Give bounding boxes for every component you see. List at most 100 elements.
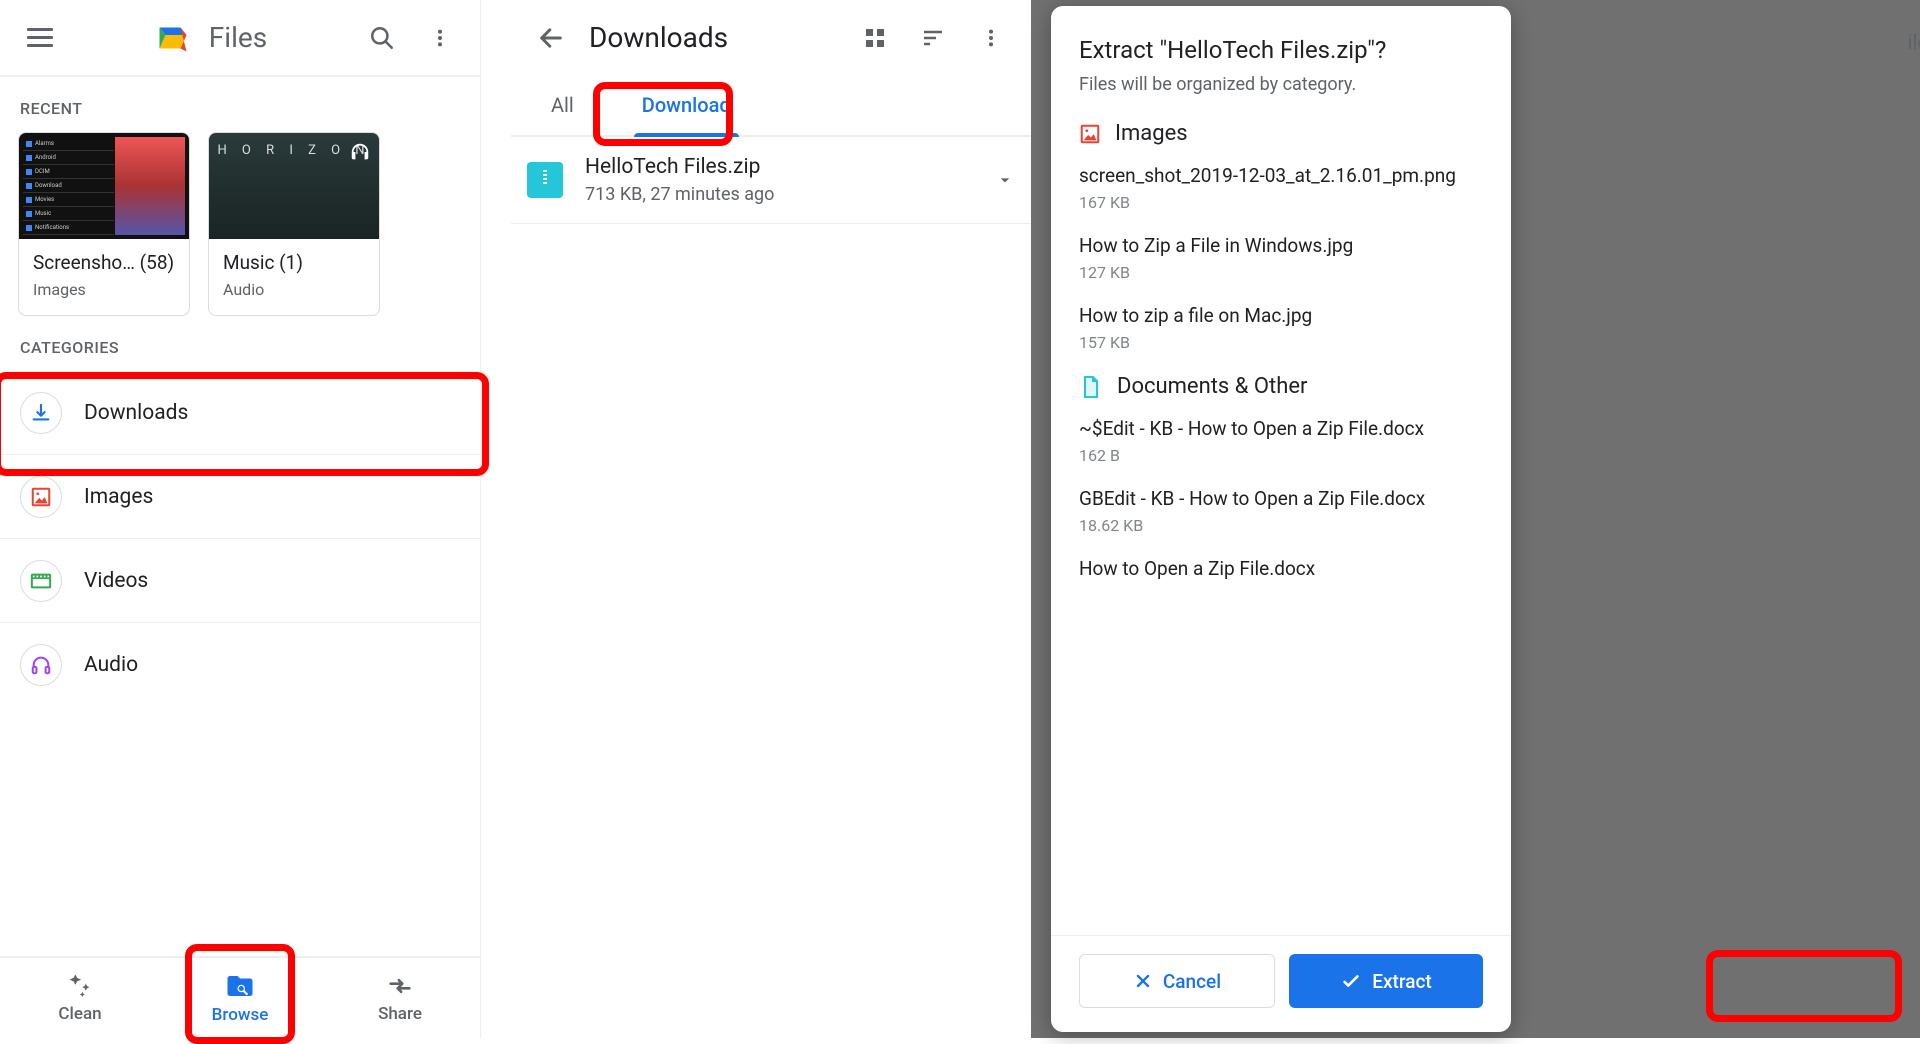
dialog-title: Extract "HelloTech Files.zip"?: [1079, 36, 1483, 64]
image-icon: [1079, 123, 1101, 145]
card-title: Screensho… (58): [33, 251, 175, 274]
download-icon: [20, 392, 62, 434]
nav-label: Clean: [58, 1004, 101, 1024]
section-head-images: Images: [1079, 121, 1483, 146]
category-row-images[interactable]: Images: [0, 455, 480, 539]
tab-all[interactable]: All: [521, 75, 604, 135]
search-icon: [369, 25, 395, 51]
more-button[interactable]: [971, 18, 1011, 58]
card-title: Music (1): [223, 251, 365, 274]
menu-button[interactable]: [20, 18, 60, 58]
app-title: Files: [209, 21, 267, 54]
recent-row: AlarmsAndroidDCIMDownloadMoviesMusicNoti…: [0, 132, 480, 316]
cancel-button[interactable]: Cancel: [1079, 954, 1275, 1008]
item-name: How to zip a file on Mac.jpg: [1079, 304, 1483, 327]
item-size: 127 KB: [1079, 263, 1483, 282]
button-label: Extract: [1372, 970, 1431, 993]
sort-button[interactable]: [913, 18, 953, 58]
recent-card-music[interactable]: H O R I Z O N Music (1) Audio: [208, 132, 380, 316]
extract-item: How to zip a file on Mac.jpg 157 KB: [1079, 304, 1483, 352]
arrow-back-icon: [537, 24, 565, 52]
image-icon: [20, 476, 62, 518]
extract-item: How to Open a Zip File.docx: [1079, 557, 1483, 580]
grid-view-button[interactable]: [855, 18, 895, 58]
grid-icon: [863, 26, 887, 50]
thumbnail: H O R I Z O N: [209, 133, 379, 239]
item-size: 157 KB: [1079, 333, 1483, 352]
extract-item: How to Zip a File in Windows.jpg 127 KB: [1079, 234, 1483, 282]
categories-list: Downloads Images Videos Audio: [0, 371, 480, 707]
chevron-down-icon[interactable]: [995, 170, 1015, 190]
extract-item: GBEdit - KB - How to Open a Zip File.doc…: [1079, 487, 1483, 535]
file-name: HelloTech Files.zip: [585, 155, 973, 179]
category-row-videos[interactable]: Videos: [0, 539, 480, 623]
bottom-nav: Clean Browse Share: [0, 956, 480, 1038]
more-vert-icon: [429, 27, 451, 49]
more-button[interactable]: [420, 18, 460, 58]
extract-dialog-screen: Extract "HelloTech Files.zip"? Files wil…: [1031, 0, 1920, 1038]
sort-icon: [921, 26, 945, 50]
nav-label: Share: [378, 1004, 422, 1024]
extract-item: ~$Edit - KB - How to Open a Zip File.doc…: [1079, 417, 1483, 465]
nav-browse[interactable]: Browse: [160, 958, 320, 1038]
button-label: Cancel: [1163, 970, 1221, 993]
item-name: GBEdit - KB - How to Open a Zip File.doc…: [1079, 487, 1483, 510]
browse-screen: Files RECENT AlarmsAndroidDCIMDownloadMo…: [0, 0, 481, 1038]
section-head-documents-other: Documents & Other: [1079, 374, 1483, 399]
audio-icon: [20, 644, 62, 686]
dialog-subtitle: Files will be organized by category.: [1079, 74, 1483, 95]
doc-icon: [1079, 375, 1103, 399]
item-name: ~$Edit - KB - How to Open a Zip File.doc…: [1079, 417, 1483, 440]
background-text: ile: [1908, 30, 1920, 54]
item-name: screen_shot_2019-12-03_at_2.16.01_pm.png: [1079, 164, 1483, 187]
nav-label: Browse: [212, 1005, 269, 1025]
card-subtitle: Audio: [223, 280, 365, 299]
section-label: Images: [1115, 121, 1188, 146]
section-label: Documents & Other: [1117, 374, 1307, 399]
zip-file-icon: [527, 162, 563, 198]
thumbnail: AlarmsAndroidDCIMDownloadMoviesMusicNoti…: [19, 133, 189, 239]
item-name: How to Zip a File in Windows.jpg: [1079, 234, 1483, 257]
item-size: 162 B: [1079, 446, 1483, 465]
file-row-zip[interactable]: HelloTech Files.zip 713 KB, 27 minutes a…: [511, 137, 1031, 224]
tabs: All Download: [511, 75, 1031, 137]
sparkle-icon: [66, 972, 94, 1000]
nav-share[interactable]: Share: [320, 958, 480, 1038]
recent-card-screenshots[interactable]: AlarmsAndroidDCIMDownloadMoviesMusicNoti…: [18, 132, 190, 316]
dialog-actions: Cancel Extract: [1051, 935, 1511, 1008]
back-button[interactable]: [531, 18, 571, 58]
check-icon: [1340, 970, 1362, 992]
category-label: Audio: [84, 653, 138, 677]
extract-item: screen_shot_2019-12-03_at_2.16.01_pm.png…: [1079, 164, 1483, 212]
nav-clean[interactable]: Clean: [0, 958, 160, 1038]
category-row-audio[interactable]: Audio: [0, 623, 480, 707]
extract-button[interactable]: Extract: [1289, 954, 1483, 1008]
categories-label: CATEGORIES: [0, 316, 480, 371]
downloads-screen: Downloads All Download HelloTech Files.z…: [511, 0, 1031, 1038]
extract-dialog: Extract "HelloTech Files.zip"? Files wil…: [1051, 6, 1511, 1032]
highlight-extract: [1706, 950, 1902, 1022]
hamburger-icon: [27, 28, 53, 47]
recent-label: RECENT: [0, 77, 480, 132]
close-icon: [1133, 971, 1153, 991]
topbar: Downloads: [511, 0, 1031, 75]
more-vert-icon: [980, 27, 1002, 49]
tab-download[interactable]: Download: [612, 75, 761, 135]
category-row-downloads[interactable]: Downloads: [0, 371, 480, 455]
headphones-icon: [349, 141, 371, 163]
category-label: Downloads: [84, 401, 188, 425]
files-logo-icon: [155, 20, 191, 56]
topbar: Files: [0, 0, 480, 75]
item-size: 167 KB: [1079, 193, 1483, 212]
video-icon: [20, 560, 62, 602]
tab-label: Download: [642, 93, 731, 117]
share-arrows-icon: [386, 972, 414, 1000]
file-meta: 713 KB, 27 minutes ago: [585, 184, 973, 205]
item-name: How to Open a Zip File.docx: [1079, 557, 1483, 580]
category-label: Videos: [84, 569, 148, 593]
item-size: 18.62 KB: [1079, 516, 1483, 535]
page-title: Downloads: [589, 21, 728, 54]
tab-label: All: [551, 93, 574, 117]
search-button[interactable]: [362, 18, 402, 58]
category-label: Images: [84, 485, 153, 509]
